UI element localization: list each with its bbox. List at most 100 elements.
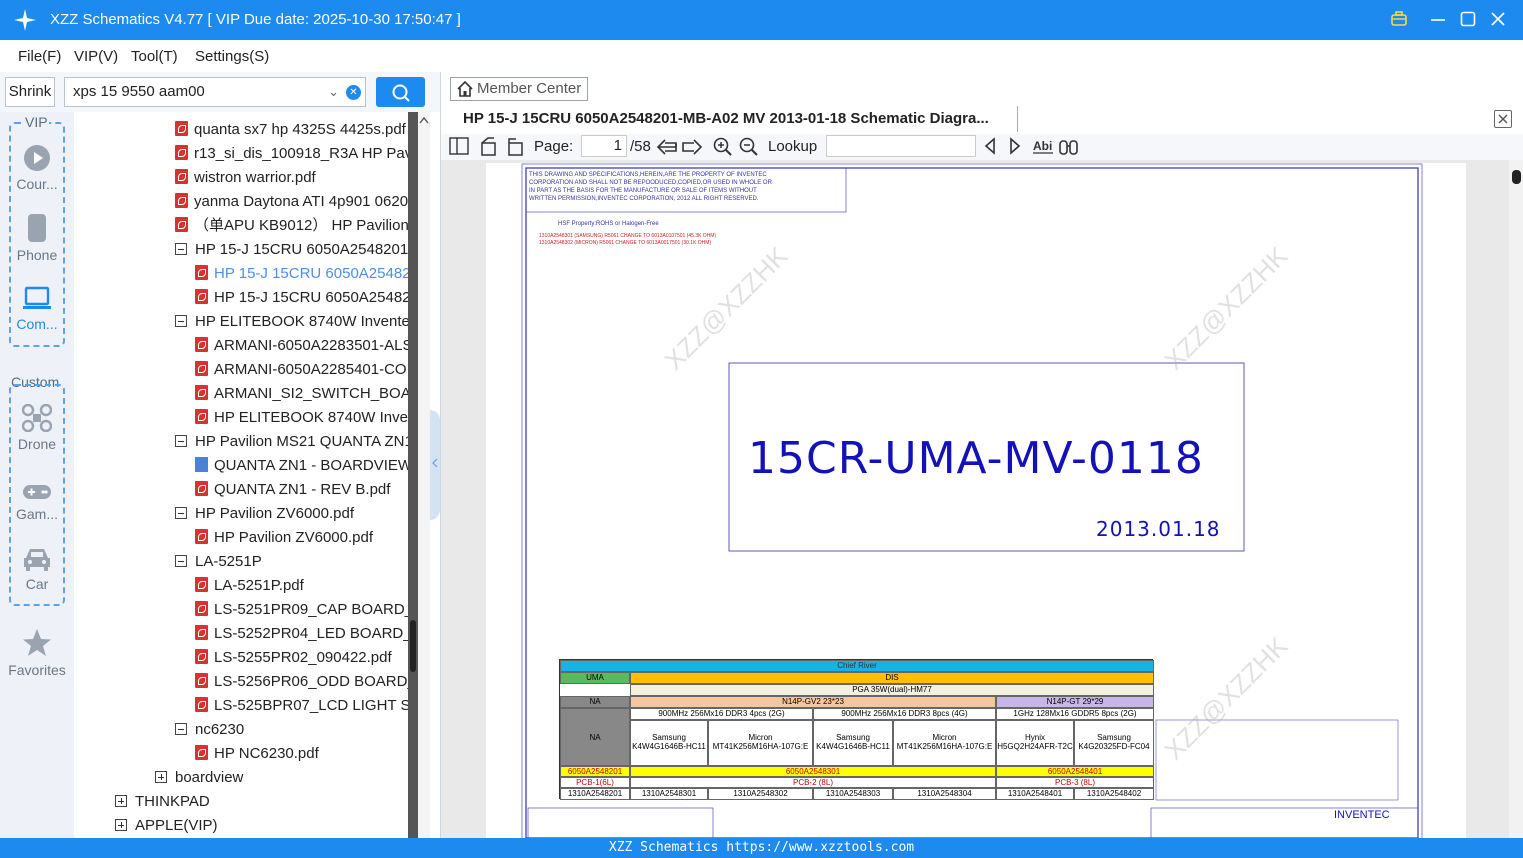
rotate-right-icon[interactable] xyxy=(505,137,525,157)
viewer-scrollbar[interactable] xyxy=(1509,160,1523,838)
tree-item[interactable]: HP 15-J 15CRU 6050A2548201-I xyxy=(175,238,408,262)
match-word-icon[interactable]: Abi xyxy=(1032,137,1054,155)
expand-node-icon[interactable] xyxy=(155,771,167,783)
tree-item[interactable]: QUANTA ZN1 - REV B.pdf xyxy=(195,478,390,502)
tree-item[interactable]: HP 15-J 15CRU 6050A254820 xyxy=(195,286,408,310)
close-button[interactable] xyxy=(1488,10,1508,30)
company-name: INVENTEC xyxy=(1334,809,1390,821)
page-current: 1 xyxy=(613,137,622,154)
tree-scrollbar-thumb[interactable] xyxy=(410,620,416,672)
tree-item[interactable]: LA-5251P.pdf xyxy=(195,574,304,598)
zoom-in-icon[interactable] xyxy=(713,137,733,157)
tree-item[interactable]: LA-5251P xyxy=(175,550,262,574)
minimize-button[interactable] xyxy=(1428,10,1448,30)
collapse-node-icon[interactable] xyxy=(175,243,187,255)
pdf-file-icon xyxy=(195,697,208,712)
sidebar-item-favorites[interactable]: Favorites xyxy=(0,628,74,678)
menu-tool[interactable]: Tool(T) xyxy=(131,48,178,65)
search-icon xyxy=(392,84,410,102)
sidebar-item-phone[interactable]: Phone xyxy=(0,213,74,263)
tree-item[interactable]: ARMANI_SI2_SWITCH_BOARI xyxy=(195,382,408,406)
menu-settings[interactable]: Settings(S) xyxy=(195,48,269,65)
rotate-left-icon[interactable] xyxy=(479,137,499,157)
expand-node-icon[interactable] xyxy=(115,795,127,807)
expand-node-icon[interactable] xyxy=(115,819,127,831)
tree-item[interactable]: LS-5252PR04_LED BOARD_0S xyxy=(195,622,408,646)
previous-page-icon[interactable] xyxy=(656,137,678,157)
boardview-file-icon xyxy=(195,457,208,472)
sidebar-toggle-icon[interactable] xyxy=(449,137,469,155)
tree-item[interactable]: r13_si_dis_100918_R3A HP Pavili xyxy=(175,142,408,166)
viewer-scroll-thumb[interactable] xyxy=(1512,170,1521,184)
tree-item[interactable]: APPLE(VIP) xyxy=(115,814,218,838)
tree-item[interactable]: LS-5251PR09_CAP BOARD_SI xyxy=(195,598,408,622)
search-input[interactable]: xps 15 9550 aam00 ⌄ ✕ xyxy=(64,77,366,107)
tree-item[interactable]: LS-525BPR07_LCD LIGHT SEN xyxy=(195,694,408,718)
vip-briefcase-icon[interactable] xyxy=(1389,10,1409,30)
find-next-icon[interactable] xyxy=(1007,137,1023,155)
tree-item[interactable]: ARMANI-6050A2283501-ALS xyxy=(195,334,408,358)
zoom-out-icon[interactable] xyxy=(739,137,759,157)
tree-item[interactable]: HP Pavilion ZV6000.pdf xyxy=(195,526,373,550)
play-icon xyxy=(24,145,50,171)
next-page-icon[interactable] xyxy=(681,137,703,157)
search-button[interactable] xyxy=(376,77,425,107)
tree-item[interactable]: LS-5255PR02_090422.pdf xyxy=(195,646,392,670)
lookup-input[interactable] xyxy=(826,135,976,157)
sidebar-item-game[interactable]: Gam... xyxy=(0,482,74,522)
collapse-node-icon[interactable] xyxy=(175,435,187,447)
tree-item[interactable]: HP ELITEBOOK 8740W Inventec xyxy=(175,310,408,334)
member-center-button[interactable]: Member Center xyxy=(450,77,588,101)
tree-item[interactable]: HP ELITEBOOK 8740W Inven xyxy=(195,406,408,430)
clear-search-icon[interactable]: ✕ xyxy=(346,85,361,100)
tree-item[interactable]: HP Pavilion MS21 QUANTA ZN1 xyxy=(175,430,408,454)
menu-file[interactable]: File(F) xyxy=(18,48,61,65)
tree-item[interactable]: HP NC6230.pdf xyxy=(195,742,319,766)
tree-item[interactable]: THINKPAD xyxy=(115,790,210,814)
sidebar-item-label: Drone xyxy=(17,436,57,452)
tree-item[interactable]: LS-5256PR06_ODD BOARD_C xyxy=(195,670,408,694)
tree-item[interactable]: （单APU KB9012） HP Pavilion xyxy=(175,214,408,238)
sidebar-item-car[interactable]: Car xyxy=(0,546,74,592)
table-cell: Samsung K4G20325FD-FC04 xyxy=(1074,720,1154,766)
pdf-canvas[interactable]: THIS DRAWING AND SPECIFICATIONS,HEREIN,A… xyxy=(441,160,1523,838)
tree-item-label: LS-5255PR02_090422.pdf xyxy=(214,649,392,666)
sidebar-item-course[interactable]: Cour... xyxy=(0,144,74,192)
tree-item[interactable]: boardview xyxy=(155,766,243,790)
shrink-button[interactable]: Shrink xyxy=(5,77,55,107)
part-number: H5GQ2H24AFR-T2C xyxy=(997,742,1073,751)
binoculars-icon[interactable] xyxy=(1058,137,1080,157)
tree-item[interactable]: HP Pavilion ZV6000.pdf xyxy=(175,502,354,526)
document-tab-title[interactable]: HP 15-J 15CRU 6050A2548201-MB-A02 MV 201… xyxy=(463,110,989,127)
collapse-node-icon[interactable] xyxy=(175,315,187,327)
tree-item[interactable]: HP 15-J 15CRU 6050A254820 xyxy=(195,262,408,286)
chevron-down-icon[interactable]: ⌄ xyxy=(328,78,339,106)
scroll-up-icon[interactable] xyxy=(419,116,429,124)
pdf-file-icon xyxy=(195,265,208,280)
pdf-file-icon xyxy=(195,481,208,496)
tree-item[interactable]: nc6230 xyxy=(175,718,244,742)
tree-item[interactable]: QUANTA ZN1 - BOARDVIEW xyxy=(195,454,408,478)
tree-item[interactable]: yanma Daytona ATI 4p901 0620 xyxy=(175,190,408,214)
collapse-node-icon[interactable] xyxy=(175,723,187,735)
close-document-button[interactable] xyxy=(1494,110,1512,128)
tree-item[interactable]: wistron warrior.pdf xyxy=(175,166,316,190)
tree-item-label: wistron warrior.pdf xyxy=(194,169,316,186)
sidebar-item-drone[interactable]: Drone xyxy=(0,404,74,452)
tree-item[interactable]: ARMANI-6050A2285401-COI xyxy=(195,358,408,382)
collapse-node-icon[interactable] xyxy=(175,555,187,567)
maximize-button[interactable] xyxy=(1458,10,1478,30)
tree-scrollbar[interactable] xyxy=(408,112,418,838)
tree-item[interactable]: quanta sx7 hp 4325S 4425s.pdf xyxy=(175,118,406,142)
page-number-input[interactable]: 1 xyxy=(581,135,627,157)
laptop-icon xyxy=(23,286,51,309)
sidebar-item-computer[interactable]: Com... xyxy=(0,286,74,332)
collapse-panel-handle[interactable] xyxy=(430,410,440,520)
document-viewer-panel: Member Center HP 15-J 15CRU 6050A2548201… xyxy=(441,72,1523,838)
tree-scroll-track[interactable] xyxy=(418,112,430,838)
find-previous-icon[interactable] xyxy=(982,137,998,155)
menu-vip[interactable]: VIP(V) xyxy=(74,48,118,65)
collapse-node-icon[interactable] xyxy=(175,507,187,519)
page-label: Page: xyxy=(534,138,574,155)
vendor-name: Hynix xyxy=(1024,733,1045,742)
